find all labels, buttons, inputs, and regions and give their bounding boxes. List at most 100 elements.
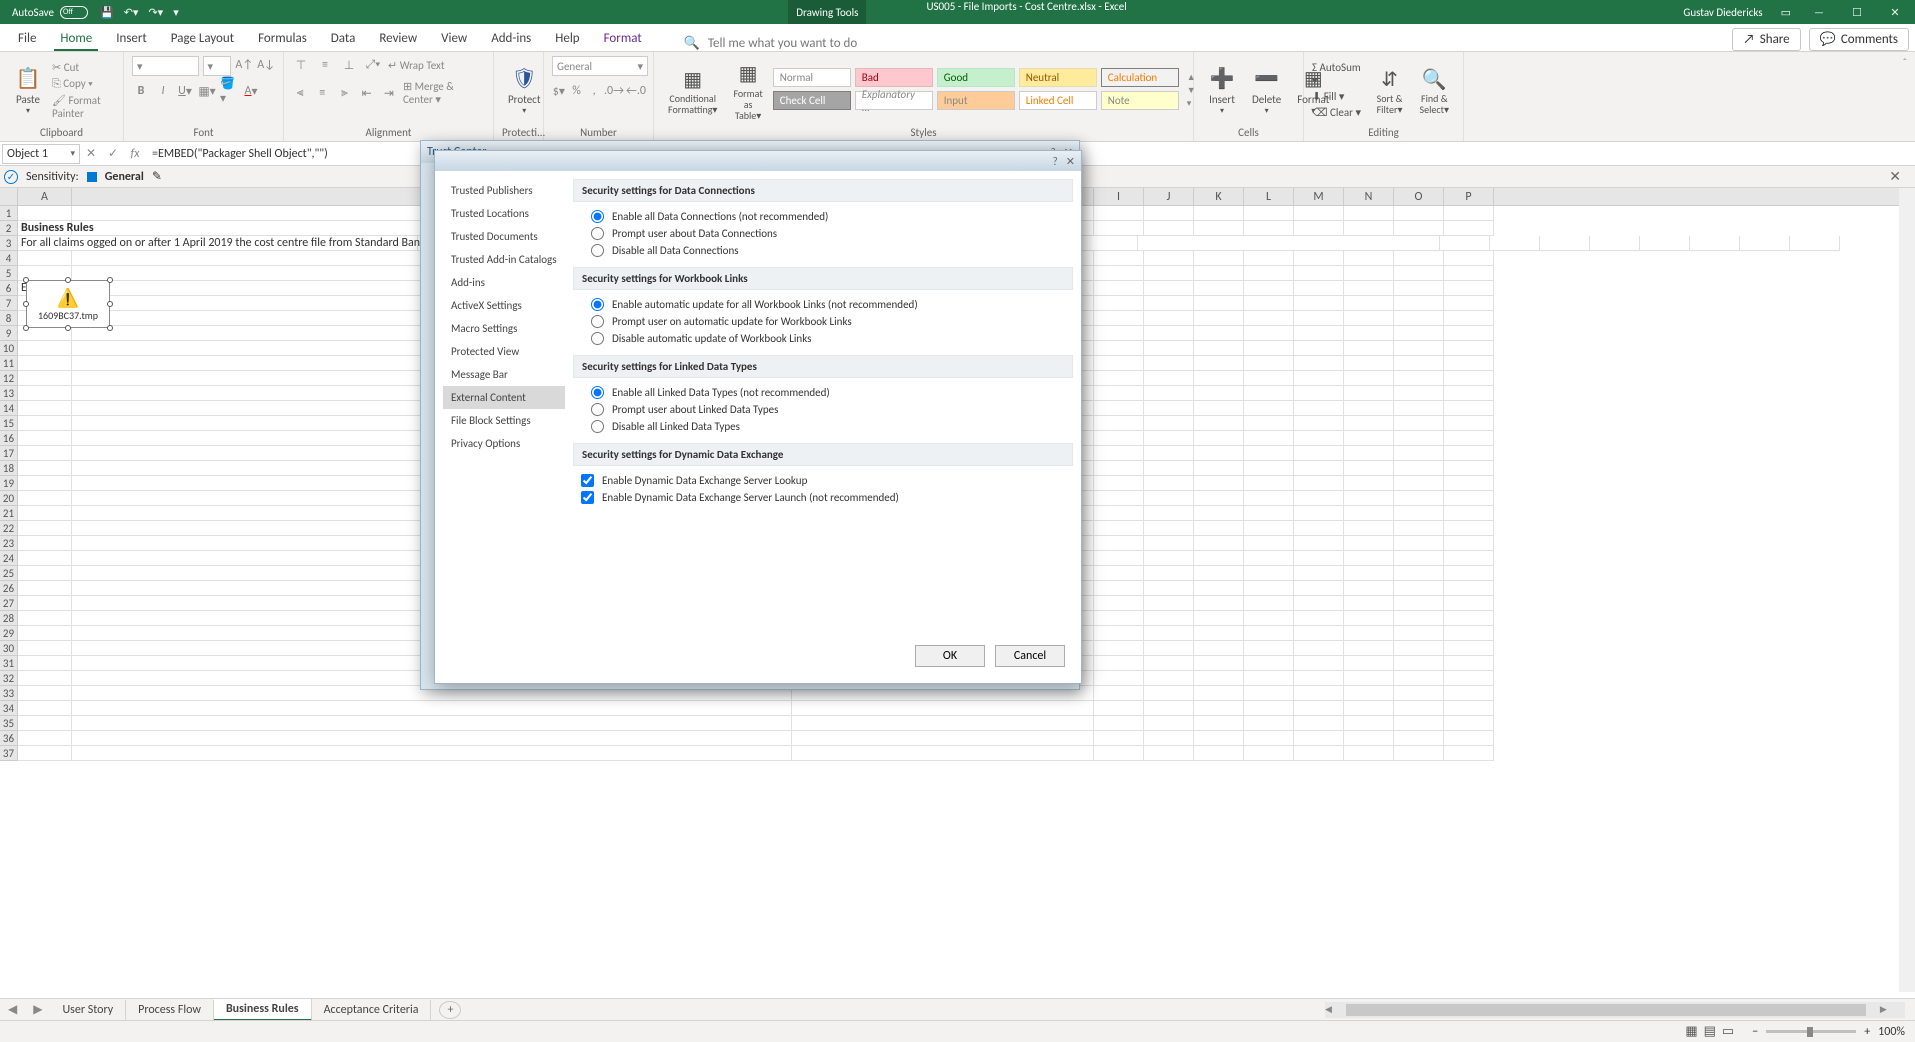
cell[interactable] (1144, 341, 1194, 356)
cell[interactable] (1244, 461, 1294, 476)
row-header[interactable]: 10 (0, 341, 18, 356)
dialog-nav-item[interactable]: Trusted Locations (443, 202, 565, 225)
cell[interactable] (18, 356, 72, 371)
cell[interactable] (1294, 206, 1344, 221)
tab-view[interactable]: View (429, 25, 479, 51)
row-header[interactable]: 25 (0, 566, 18, 581)
cell[interactable] (1244, 476, 1294, 491)
cell[interactable] (1444, 326, 1494, 341)
cell[interactable] (1194, 716, 1244, 731)
cell[interactable] (1344, 596, 1394, 611)
cell[interactable] (1144, 206, 1194, 221)
cell[interactable] (1444, 551, 1494, 566)
cell[interactable] (1344, 416, 1394, 431)
cell[interactable] (1690, 236, 1740, 251)
cell[interactable] (1394, 386, 1444, 401)
tab-help[interactable]: Help (543, 25, 591, 51)
cell[interactable] (1444, 566, 1494, 581)
row-header[interactable]: 20 (0, 491, 18, 506)
cell[interactable] (1444, 596, 1494, 611)
sheet-tab[interactable]: User Story (50, 1000, 126, 1020)
minimize-icon[interactable]: — (1809, 6, 1829, 19)
cell[interactable] (1344, 266, 1394, 281)
col-header[interactable]: P (1444, 188, 1494, 205)
cell[interactable] (1244, 551, 1294, 566)
page-layout-view-icon[interactable]: ▤ (1704, 1024, 1716, 1039)
row-header[interactable]: 37 (0, 746, 18, 761)
cell[interactable] (1344, 311, 1394, 326)
cell[interactable] (18, 641, 72, 656)
cell[interactable] (1094, 416, 1144, 431)
row-header[interactable]: 12 (0, 371, 18, 386)
cell[interactable] (1344, 401, 1394, 416)
cell[interactable] (1144, 686, 1194, 701)
cell[interactable] (1394, 596, 1444, 611)
col-header[interactable]: A (18, 188, 72, 205)
cell[interactable] (18, 656, 72, 671)
vertical-scrollbar[interactable] (1899, 188, 1915, 992)
cell[interactable] (1094, 686, 1144, 701)
cell[interactable] (18, 206, 72, 221)
sheet-tab[interactable]: Acceptance Criteria (312, 1000, 432, 1020)
cell[interactable] (1144, 266, 1194, 281)
cell[interactable] (1394, 581, 1444, 596)
cell[interactable] (1444, 506, 1494, 521)
cell[interactable] (1094, 551, 1144, 566)
cell[interactable] (1294, 581, 1344, 596)
cell[interactable] (1444, 281, 1494, 296)
cell[interactable] (1194, 656, 1244, 671)
style-calculation[interactable]: Calculation (1101, 68, 1179, 87)
cell[interactable] (1344, 431, 1394, 446)
cell[interactable] (1244, 296, 1294, 311)
cell[interactable] (1394, 311, 1444, 326)
cell[interactable] (1194, 731, 1244, 746)
cell[interactable] (1194, 206, 1244, 221)
cell[interactable] (1294, 461, 1344, 476)
cell[interactable] (18, 416, 72, 431)
radio-dc-prompt[interactable] (591, 227, 604, 240)
cell[interactable] (1294, 521, 1344, 536)
cell[interactable] (1144, 656, 1194, 671)
cell[interactable] (1394, 491, 1444, 506)
cell[interactable] (1194, 671, 1244, 686)
row-header[interactable]: 11 (0, 356, 18, 371)
cell[interactable] (1094, 446, 1144, 461)
cell[interactable] (1640, 236, 1690, 251)
cell[interactable] (1194, 551, 1244, 566)
cell[interactable] (1344, 536, 1394, 551)
cell[interactable] (1144, 641, 1194, 656)
cell[interactable] (1394, 296, 1444, 311)
radio-wl-prompt[interactable] (591, 315, 604, 328)
horizontal-scrollbar[interactable]: ◀▶ (1325, 1002, 1905, 1018)
cell[interactable] (1144, 446, 1194, 461)
cell[interactable] (1294, 596, 1344, 611)
cell[interactable] (1244, 716, 1294, 731)
cell[interactable] (1444, 431, 1494, 446)
copy-button[interactable]: ⎘ Copy ▾ (52, 77, 115, 91)
zoom-in-icon[interactable]: + (1864, 1025, 1870, 1039)
tab-format[interactable]: Format (592, 25, 654, 51)
font-color-button[interactable]: A▾ (242, 82, 260, 100)
paste-button[interactable]: 📋Paste▾ (8, 63, 48, 118)
cell[interactable] (1194, 371, 1244, 386)
cell[interactable] (1344, 626, 1394, 641)
cell[interactable] (1444, 641, 1494, 656)
cell[interactable] (1394, 551, 1444, 566)
cell[interactable] (1094, 656, 1144, 671)
cell[interactable] (1094, 506, 1144, 521)
cell[interactable] (1144, 521, 1194, 536)
bold-button[interactable]: B (132, 82, 150, 100)
cell[interactable] (1344, 371, 1394, 386)
cell[interactable] (72, 716, 792, 731)
inc-decimal-icon[interactable]: .0→ (605, 82, 623, 100)
cell[interactable] (1344, 611, 1394, 626)
cell[interactable] (1094, 746, 1144, 761)
cell[interactable] (1394, 686, 1444, 701)
cell[interactable] (1394, 326, 1444, 341)
cell[interactable] (1394, 281, 1444, 296)
dialog-nav-item[interactable]: External Content (443, 386, 565, 409)
cancel-button[interactable]: Cancel (995, 645, 1065, 667)
checkbox-dde-launch[interactable] (581, 491, 594, 504)
radio-wl-enable[interactable] (591, 298, 604, 311)
cancel-formula-icon[interactable]: ✕ (80, 146, 102, 161)
